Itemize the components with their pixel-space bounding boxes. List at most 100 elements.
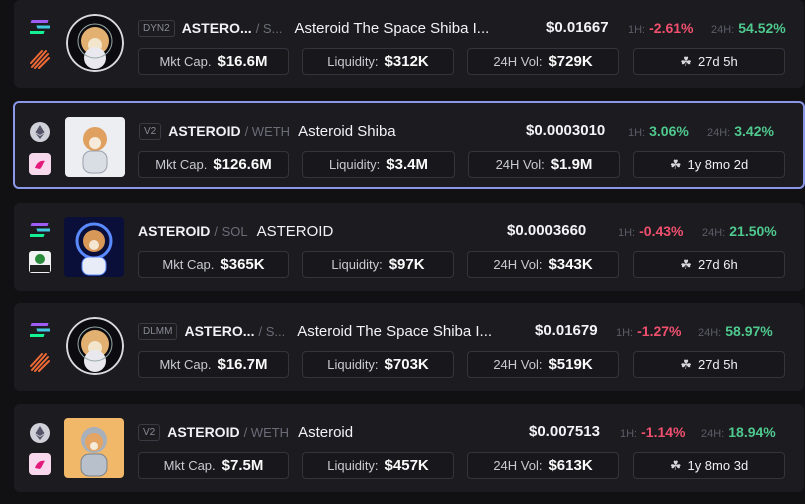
market-cap-value: $16.6M [217,53,268,70]
base-symbol: ASTEROID [168,123,241,139]
change-24h-label: 24H: [701,428,725,440]
meteora-icon [29,351,51,373]
change-1h: 1H: 3.06% [628,120,689,144]
pair-card[interactable]: ASTEROID / SOL ASTEROID $0.0003660 1H: -0… [14,203,804,291]
price: $0.0003010 [526,122,606,139]
change-24h: 24H: 58.97% [698,320,773,344]
dex-badge: DYN2 [138,19,175,37]
volume-box: 24H Vol: $343K [467,251,619,278]
change-24h: 24H: 18.94% [701,421,776,445]
dex-badge: DLMM [138,322,178,340]
pair-age-value: 27d 5h [697,357,738,372]
swap-icon [29,251,51,273]
liquidity-box: Liquidity: $312K [302,48,454,75]
volume-box: 24H Vol: $613K [467,452,619,479]
liquidity-value: $457K [384,457,429,474]
change-1h-value: -0.43% [639,223,684,239]
uniswap-icon [29,453,51,475]
pair-age-box: ☘ 27d 5h [633,48,785,75]
quote-symbol: / S... [258,323,286,339]
volume-box: 24H Vol: $519K [467,351,619,378]
volume-label: 24H Vol: [493,458,543,473]
change-1h-label: 1H: [616,327,634,339]
solana-icon [29,219,51,241]
change-24h-label: 24H: [702,227,726,239]
change-24h-label: 24H: [711,24,735,36]
volume-value: $519K [548,356,593,373]
volume-box: 24H Vol: $729K [467,48,619,75]
change-1h: 1H: -1.14% [620,421,685,445]
volume-label: 24H Vol: [493,357,543,372]
change-24h-value: 18.94% [728,424,776,440]
ethereum-icon [29,121,51,143]
liquidity-label: Liquidity: [327,54,379,69]
solana-icon [29,319,51,341]
base-symbol: ASTEROID [167,424,240,440]
liquidity-label: Liquidity: [327,458,379,473]
price: $0.01667 [546,19,609,36]
market-cap-box: Mkt Cap. $365K [138,251,289,278]
market-cap-value: $16.7M [217,356,268,373]
volume-label: 24H Vol: [493,54,543,69]
token-name: Asteroid [298,423,354,441]
base-symbol: ASTERO... [184,323,255,339]
pair-card[interactable]: DLMM ASTERO... / S... Asteroid The Space… [14,303,804,391]
market-cap-value: $126.6M [213,156,272,173]
market-cap-value: $7.5M [221,457,264,474]
change-24h-value: 54.52% [738,20,786,36]
change-24h-label: 24H: [698,327,722,339]
change-1h: 1H: -1.27% [616,320,681,344]
pair-card[interactable]: V2 ASTEROID / WETH Asteroid $0.007513 1H… [14,404,804,492]
liquidity-box: Liquidity: $457K [302,452,454,479]
dex-badge: V2 [139,122,162,140]
dex-badge: V2 [138,423,161,441]
quote-symbol: / S... [255,20,283,36]
token-name: Asteroid Shiba [298,122,396,140]
change-1h-label: 1H: [620,428,638,440]
change-1h-label: 1H: [628,127,646,139]
change-24h-value: 21.50% [729,223,777,239]
pair-age-box: ☘ 1y 8mo 3d [633,452,785,479]
pair-age-value: 27d 5h [697,54,738,69]
price: $0.01679 [535,322,598,339]
market-cap-label: Mkt Cap. [159,54,212,69]
change-1h-value: -1.27% [637,323,682,339]
sprout-icon: ☘ [680,356,692,372]
liquidity-label: Liquidity: [331,257,383,272]
pair-card-selected[interactable]: V2 ASTEROID / WETH Asteroid Shiba $0.000… [13,101,805,189]
market-cap-label: Mkt Cap. [155,157,208,172]
change-1h-value: 3.06% [649,123,689,139]
change-1h-value: -2.61% [649,20,694,36]
change-1h-label: 1H: [628,24,646,36]
liquidity-value: $3.4M [386,156,428,173]
sprout-icon: ☘ [680,256,692,272]
liquidity-box: Liquidity: $97K [302,251,454,278]
uniswap-icon [29,153,51,175]
liquidity-box: Liquidity: $3.4M [302,151,455,178]
base-symbol: ASTEROID [138,223,211,239]
pair-age-value: 1y 8mo 2d [687,157,749,172]
liquidity-value: $97K [388,256,425,273]
pair-card[interactable]: DYN2 ASTERO... / S... Asteroid The Space… [14,0,804,88]
volume-value: $613K [548,457,593,474]
volume-value: $1.9M [550,156,593,173]
market-cap-box: Mkt Cap. $16.7M [138,351,289,378]
quote-symbol: / WETH [244,123,291,139]
market-cap-box: Mkt Cap. $7.5M [138,452,289,479]
token-avatar [66,14,124,72]
change-24h-value: 58.97% [725,323,773,339]
quote-symbol: / WETH [243,424,290,440]
liquidity-label: Liquidity: [328,157,381,172]
sprout-icon: ☘ [680,53,692,69]
change-24h-value: 3.42% [734,123,774,139]
change-24h: 24H: 3.42% [707,120,774,144]
change-1h-label: 1H: [618,227,636,239]
change-1h: 1H: -0.43% [618,220,683,244]
token-name: ASTEROID [256,222,334,240]
token-avatar [65,117,125,177]
change-1h-value: -1.14% [641,424,686,440]
token-name: Asteroid The Space Shiba I... [297,322,493,340]
sprout-icon: ☘ [669,457,682,473]
solana-icon [29,16,51,38]
liquidity-value: $312K [384,53,429,70]
